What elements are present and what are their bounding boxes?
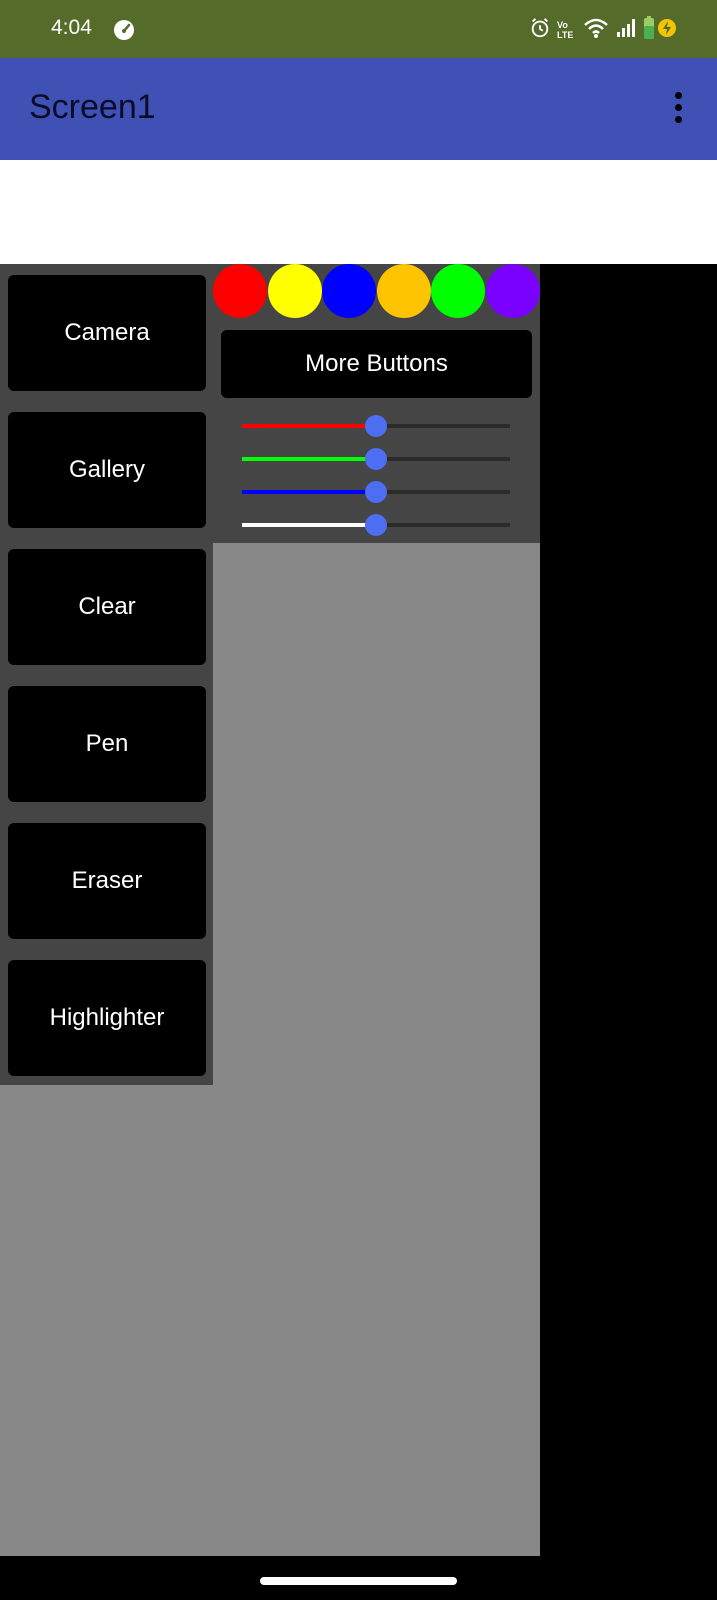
status-bar: 4:04 Vo LTE [0,0,717,58]
white-slider[interactable] [242,513,512,537]
home-gesture-bar[interactable] [260,1577,457,1585]
status-icons: Vo LTE [529,15,679,45]
clear-button[interactable]: Clear [8,549,206,665]
page-title: Screen1 [29,88,156,126]
color-swatch-amber[interactable] [377,264,431,318]
eraser-button[interactable]: Eraser [8,823,206,939]
green-slider[interactable] [242,447,512,471]
volte-icon: Vo LTE [557,20,574,40]
more-buttons-button[interactable]: More Buttons [221,330,532,398]
more-vert-icon[interactable] [673,92,683,124]
status-time: 4:04 [51,16,92,39]
slider-fill [242,457,376,461]
color-swatch-yellow[interactable] [268,264,322,318]
wifi-icon [583,17,609,44]
slider-thumb[interactable] [365,448,387,470]
slider-fill [242,490,376,494]
highlighter-button[interactable]: Highlighter [8,960,206,1076]
color-swatch-blue[interactable] [322,264,376,318]
slider-fill [242,424,376,428]
slider-thumb[interactable] [365,481,387,503]
battery-charging-icon [643,15,679,45]
signal-icon [615,17,637,44]
slider-thumb[interactable] [365,415,387,437]
header-spacer [0,160,717,264]
blue-slider[interactable] [242,480,512,504]
side-blank-area [540,264,717,1600]
red-slider[interactable] [242,414,512,438]
color-swatch-purple[interactable] [486,264,540,318]
camera-button[interactable]: Camera [8,275,206,391]
gallery-button[interactable]: Gallery [8,412,206,528]
slider-fill [242,523,376,527]
app-bar: Screen1 [0,58,717,160]
pen-button[interactable]: Pen [8,686,206,802]
alarm-icon [529,17,551,44]
speedometer-icon [112,18,136,47]
color-swatch-red[interactable] [213,264,267,318]
slider-thumb[interactable] [365,514,387,536]
color-swatch-green[interactable] [431,264,485,318]
